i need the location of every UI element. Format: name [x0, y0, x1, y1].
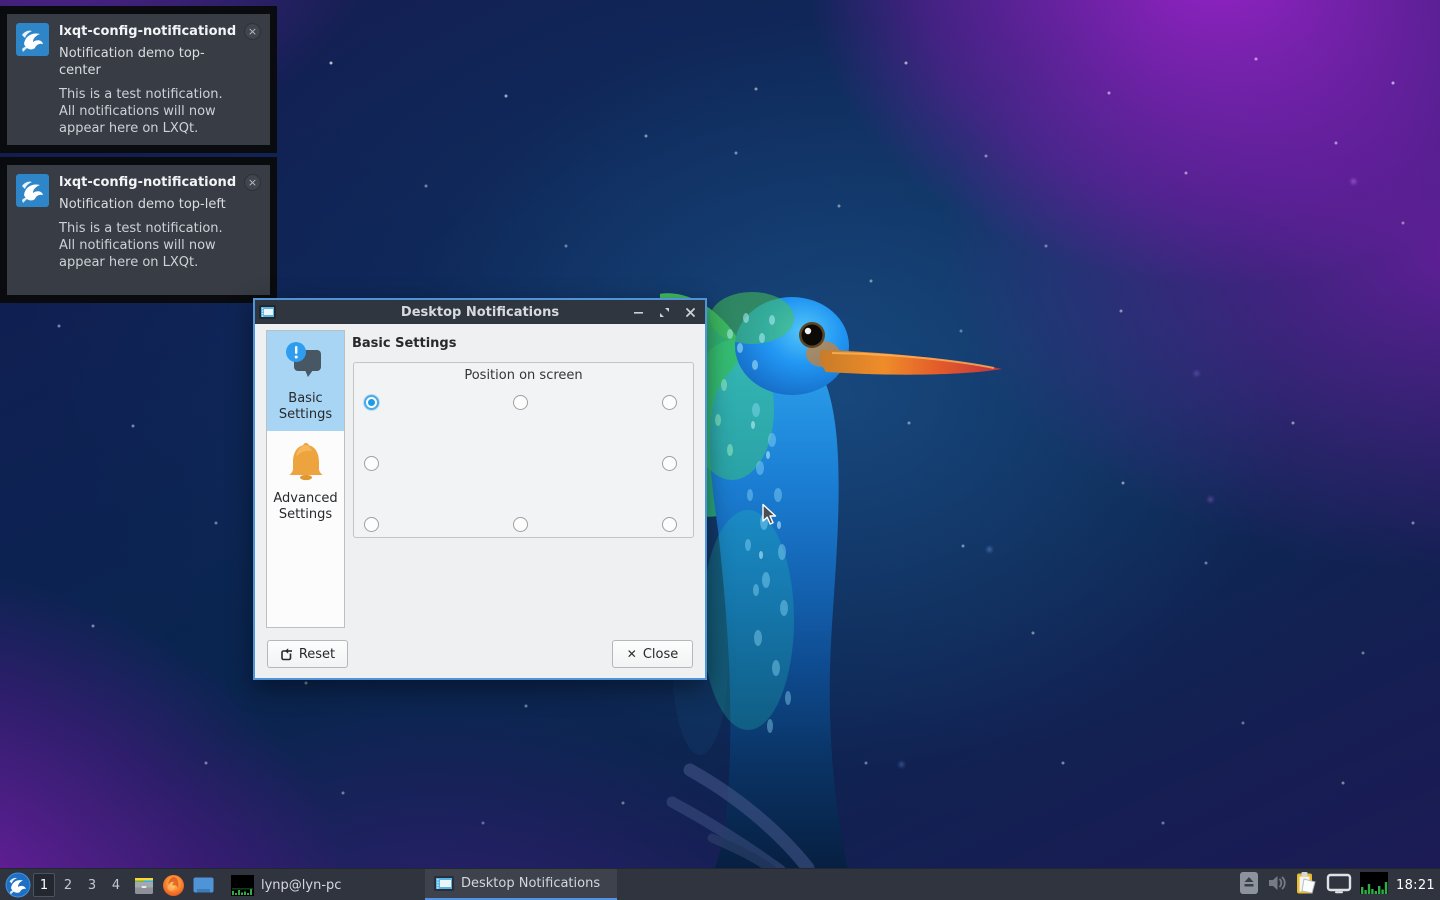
clipboard-icon	[1295, 871, 1318, 895]
close-icon: ✕	[627, 647, 637, 661]
close-icon: ×	[248, 176, 257, 189]
taskbar: 1 2 3 4	[0, 868, 1440, 900]
task-label: Desktop Notifications	[461, 876, 600, 891]
reset-button[interactable]: Reset	[267, 640, 348, 668]
bell-icon	[282, 438, 330, 486]
hummingbird-wallpaper	[660, 290, 1020, 870]
notification-body: This is a test notification. All notific…	[59, 86, 241, 137]
task-label: lynp@lyn-pc	[261, 878, 341, 893]
close-icon	[685, 307, 696, 318]
notification-summary: Notification demo top-left	[59, 196, 241, 213]
close-button-label: Close	[643, 647, 678, 662]
restore-icon	[659, 307, 670, 318]
window-titlebar[interactable]: Desktop Notifications	[255, 300, 705, 324]
taskbar-task-terminal[interactable]: lynp@lyn-pc	[222, 869, 350, 900]
quick-launch	[132, 874, 215, 897]
desktop-notifications-window: Desktop Notifications	[253, 298, 707, 680]
app-menu-button[interactable]	[5, 872, 31, 898]
radio-position-middle-right[interactable]	[662, 456, 677, 471]
radio-position-bottom-center[interactable]	[513, 517, 528, 532]
radio-position-middle-left[interactable]	[364, 456, 379, 471]
radio-position-bottom-right[interactable]	[662, 517, 677, 532]
close-icon: ×	[248, 25, 257, 38]
window-content: Basic Settings Advanced Settings Basic S…	[255, 324, 705, 678]
reset-button-label: Reset	[299, 647, 335, 662]
terminal-monitor-icon	[231, 875, 254, 896]
notification-content: lxqt-config-notificationd Notification d…	[7, 165, 270, 295]
radio-position-top-left[interactable]	[364, 395, 379, 410]
lxqt-logo-icon	[16, 23, 49, 56]
minimize-button[interactable]	[631, 305, 645, 319]
lxqt-logo-icon	[16, 174, 49, 207]
workspace-button-2[interactable]: 2	[57, 873, 79, 897]
lxqt-logo-icon	[5, 872, 31, 898]
sidebar-item-label: Basic Settings	[267, 391, 344, 423]
sidebar-item-advanced-settings[interactable]: Advanced Settings	[267, 431, 344, 531]
notification-popup-top-left: lxqt-config-notificationd Notification d…	[0, 157, 277, 303]
mouse-cursor	[761, 503, 778, 526]
volume-icon	[1267, 873, 1287, 893]
notification-close-button[interactable]: ×	[244, 23, 261, 40]
desktop-notifications-icon	[434, 875, 454, 892]
radio-row-middle	[354, 456, 693, 471]
workspace-switcher: 1 2 3 4	[33, 873, 127, 897]
workspace-button-1[interactable]: 1	[33, 873, 55, 897]
notification-message-icon	[282, 338, 330, 386]
eject-tray-button[interactable]	[1239, 871, 1259, 899]
volume-tray-button[interactable]	[1267, 873, 1287, 897]
settings-category-list: Basic Settings Advanced Settings	[266, 330, 345, 628]
workspace-button-3[interactable]: 3	[81, 873, 103, 897]
taskbar-clock[interactable]: 18:21	[1396, 878, 1435, 893]
eject-icon	[1239, 871, 1259, 895]
minimize-icon	[633, 307, 644, 318]
wallpaper-glow-stars	[0, 0, 3, 3]
notification-close-button[interactable]: ×	[244, 174, 261, 191]
sidebar-item-label: Advanced Settings	[267, 491, 344, 523]
radio-position-bottom-left[interactable]	[364, 517, 379, 532]
file-manager-launcher[interactable]	[132, 874, 155, 897]
notification-summary: Notification demo top-center	[59, 45, 241, 79]
desktop-launcher[interactable]	[192, 874, 215, 897]
sidebar-item-basic-settings[interactable]: Basic Settings	[267, 331, 344, 431]
desktop-icon	[192, 874, 215, 897]
radio-position-top-right[interactable]	[662, 395, 677, 410]
taskbar-task-desktop-notifications[interactable]: Desktop Notifications	[425, 869, 617, 900]
screen-icon	[1326, 873, 1352, 894]
notification-app-name: lxqt-config-notificationd	[59, 174, 241, 192]
close-window-button[interactable]	[683, 305, 697, 319]
position-groupbox: Position on screen	[353, 362, 694, 538]
system-monitor-graph-icon	[1360, 872, 1388, 894]
radio-row-bottom	[354, 517, 693, 532]
section-heading: Basic Settings	[352, 336, 456, 351]
notification-content: lxqt-config-notificationd Notification d…	[7, 14, 270, 145]
firefox-icon	[162, 874, 185, 897]
radio-position-top-center[interactable]	[513, 395, 528, 410]
reset-icon	[280, 648, 293, 661]
notification-body: This is a test notification. All notific…	[59, 220, 241, 271]
workspace-button-4[interactable]: 4	[105, 873, 127, 897]
groupbox-title: Position on screen	[354, 368, 693, 383]
notification-popup-top-center: lxqt-config-notificationd Notification d…	[0, 6, 277, 153]
radio-row-top	[354, 395, 693, 410]
system-tray: 18:21	[1239, 869, 1438, 900]
firefox-launcher[interactable]	[162, 874, 185, 897]
restore-button[interactable]	[657, 305, 671, 319]
screen-tray-button[interactable]	[1326, 873, 1352, 898]
system-monitor-tray-button[interactable]	[1360, 872, 1388, 898]
notification-app-name: lxqt-config-notificationd	[59, 23, 241, 41]
desktop: lxqt-config-notificationd Notification d…	[0, 0, 1440, 900]
file-manager-icon	[133, 875, 155, 897]
close-dialog-button[interactable]: ✕ Close	[612, 640, 693, 668]
clipboard-tray-button[interactable]	[1295, 871, 1318, 899]
